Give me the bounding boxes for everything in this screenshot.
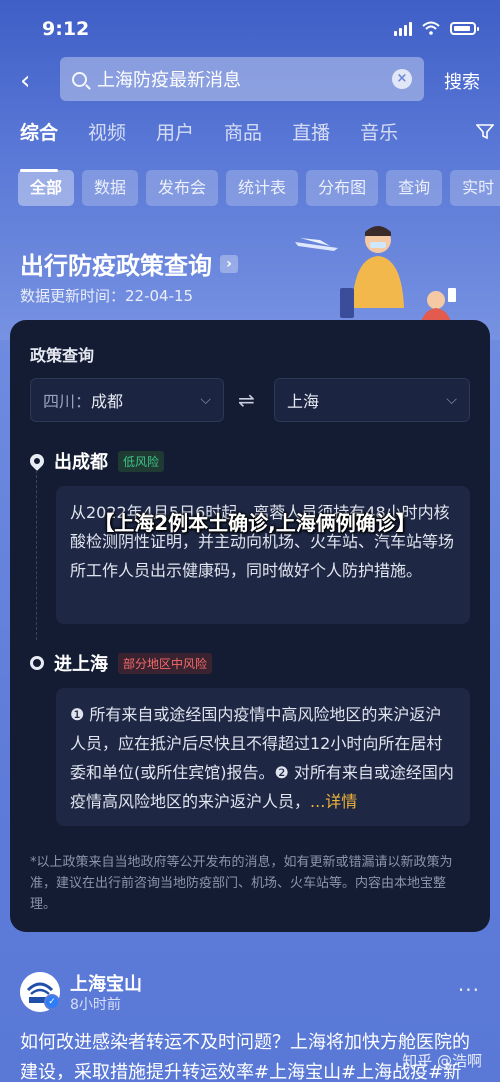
chip-realtime[interactable]: 实时	[450, 170, 500, 206]
chip-stats-table[interactable]: 统计表	[226, 170, 299, 206]
destination-ring-icon	[30, 656, 44, 670]
swap-icon[interactable]: ⇌	[238, 388, 255, 412]
to-city-select[interactable]: 上海 ⌵	[274, 378, 470, 422]
signal-icon	[394, 20, 412, 36]
tab-video[interactable]: 视频	[88, 118, 126, 160]
filter-chips: 全部 数据 发布会 统计表 分布图 查询 实时	[18, 170, 500, 206]
travel-illustration	[295, 226, 456, 328]
chevron-down-icon: ⌵	[446, 392, 457, 408]
post-author[interactable]: 上海宝山	[70, 970, 142, 996]
chip-all[interactable]: 全部	[18, 170, 75, 206]
filter-icon[interactable]	[476, 124, 494, 140]
status-icons	[394, 20, 479, 36]
chip-distribution[interactable]: 分布图	[306, 170, 379, 206]
post-time: 8小时前	[70, 997, 121, 1013]
depart-row: 出成都 低风险	[27, 448, 165, 474]
timeline-line	[36, 470, 37, 640]
chip-data[interactable]: 数据	[82, 170, 139, 206]
from-city: 成都	[91, 392, 124, 411]
tab-music[interactable]: 音乐	[360, 118, 398, 160]
location-pin-icon	[27, 451, 47, 471]
clear-icon[interactable]: ×	[392, 69, 412, 89]
wifi-icon	[422, 21, 440, 35]
search-icon	[72, 71, 87, 87]
tab-goods[interactable]: 商品	[224, 118, 262, 160]
depart-place: 出成都	[54, 452, 108, 473]
tab-live[interactable]: 直播	[292, 118, 330, 160]
overlay-caption: 【上海2例本土确诊,上海俩例确诊】	[94, 511, 416, 535]
chip-press[interactable]: 发布会	[146, 170, 219, 206]
to-city: 上海	[287, 392, 320, 411]
arrive-policy-text: ❶ 所有来自或途经国内疫情中高风险地区的来沪返沪人员，应在抵沪后尽快且不得超过1…	[70, 705, 454, 811]
search-button[interactable]: 搜索	[444, 68, 480, 94]
verified-badge-icon: ✓	[44, 994, 60, 1010]
back-icon[interactable]: ‹	[20, 66, 30, 96]
search-input[interactable]: 上海防疫最新消息 ×	[60, 57, 424, 101]
risk-badge-medium: 部分地区中风险	[118, 652, 213, 674]
policy-title-link[interactable]: 出行防疫政策查询 ›	[20, 246, 238, 281]
tab-user[interactable]: 用户	[156, 118, 194, 160]
arrive-place: 进上海	[54, 654, 108, 675]
depart-policy-text: 从2022年4月5日6时起，离蓉人员须持有48小时内核酸检测阴性证明，并主动向机…	[56, 486, 470, 624]
arrive-policy-box: ❶ 所有来自或途经国内疫情中高风险地区的来沪返沪人员，应在抵沪后尽快且不得超过1…	[56, 688, 470, 826]
chevron-down-icon: ⌵	[200, 392, 211, 408]
arrive-row: 进上海 部分地区中风险	[30, 650, 213, 676]
chip-query[interactable]: 查询	[386, 170, 443, 206]
policy-card-title: 政策查询	[30, 346, 95, 365]
status-time: 9:12	[42, 18, 90, 40]
details-link[interactable]: ...详情	[310, 792, 357, 811]
status-bar: 9:12	[0, 0, 500, 56]
tab-comprehensive[interactable]: 综合	[20, 118, 59, 172]
policy-disclaimer: *以上政策来自当地政府等公开发布的消息，如有更新或错漏请以新政策为准，建议在出行…	[30, 855, 453, 912]
from-province: 四川：	[43, 392, 92, 411]
result-tabs: 综合 视频 用户 商品 直播 音乐	[20, 118, 500, 172]
from-city-select[interactable]: 四川： 成都 ⌵	[30, 378, 224, 422]
update-time: 数据更新时间：22-04-15	[20, 287, 194, 305]
more-options-icon[interactable]: ···	[458, 978, 480, 1002]
policy-title: 出行防疫政策查询	[20, 252, 212, 280]
policy-card: 政策查询 四川： 成都 ⌵ ⇌ 上海 ⌵ 出成都 低风险 从2022年4月5日6…	[10, 320, 490, 932]
search-query[interactable]: 上海防疫最新消息	[97, 66, 392, 92]
chevron-right-icon: ›	[220, 254, 238, 273]
risk-badge-low: 低风险	[118, 450, 165, 472]
watermark: 知乎 @浩啊	[402, 1052, 482, 1070]
battery-icon	[450, 21, 479, 35]
